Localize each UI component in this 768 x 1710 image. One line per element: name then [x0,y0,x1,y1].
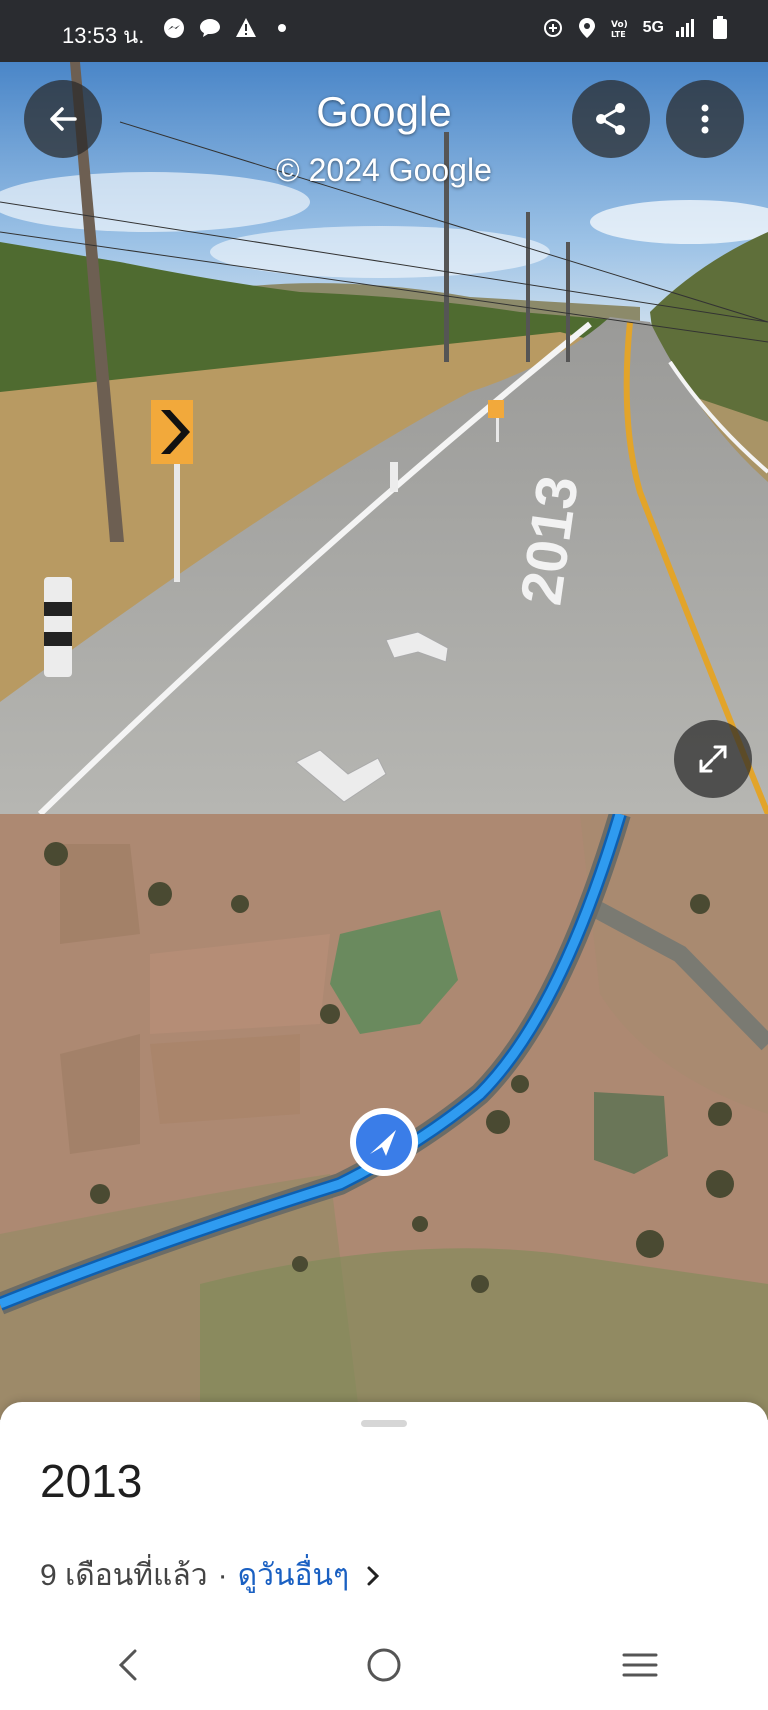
svg-text:Vo): Vo) [611,20,628,30]
chevron-left-icon [118,1649,137,1681]
share-icon [596,103,625,135]
status-bar: 13:53 น. Vo) LTE 5G [0,0,768,62]
volte-icon: Vo) LTE [609,16,633,40]
signal-icon [674,16,698,40]
chat-bubble-icon [198,16,222,40]
nav-recents-button[interactable] [600,1635,680,1695]
see-more-dates-link[interactable]: ดูวันอื่นๆ [238,1552,349,1599]
fullscreen-icon [699,745,727,773]
back-button[interactable] [24,80,102,158]
network-type: 5G [642,19,664,36]
menu-lines-icon [622,1653,658,1677]
more-options-button[interactable] [666,80,744,158]
nav-back-button[interactable] [88,1635,168,1695]
messenger-icon [162,16,186,40]
expand-button[interactable] [674,720,752,798]
street-view-copyright: © 2024 Google [276,152,492,188]
share-button[interactable] [572,80,650,158]
imagery-age: 9 เดือนที่แล้ว [40,1559,208,1592]
imagery-date-row: 9 เดือนที่แล้ว · ดูวันอื่นๆ [40,1552,387,1599]
street-view-title: Google [316,88,452,135]
notification-icons [162,16,294,40]
system-icons: Vo) LTE 5G [541,16,732,40]
system-nav-bar [0,1620,768,1710]
arrow-back-icon [50,107,77,131]
imagery-year: 2013 [40,1455,143,1507]
location-icon [575,16,599,40]
satellite-image [0,814,768,1420]
status-time: 13:53 น. [62,23,145,48]
dot-icon [270,16,294,40]
warning-icon [234,16,258,40]
satellite-map[interactable] [0,814,768,1420]
battery-icon [708,16,732,40]
street-view-panorama[interactable]: 2013 Google © 2024 Google [0,62,768,814]
more-vert-icon [701,104,709,134]
separator: · [217,1558,228,1592]
sheet-drag-handle[interactable] [361,1420,407,1427]
svg-text:LTE: LTE [611,30,626,39]
nav-home-button[interactable] [344,1635,424,1695]
data-saver-icon [541,16,565,40]
chevron-right-icon[interactable] [359,1562,387,1590]
home-circle-icon [367,1648,401,1682]
